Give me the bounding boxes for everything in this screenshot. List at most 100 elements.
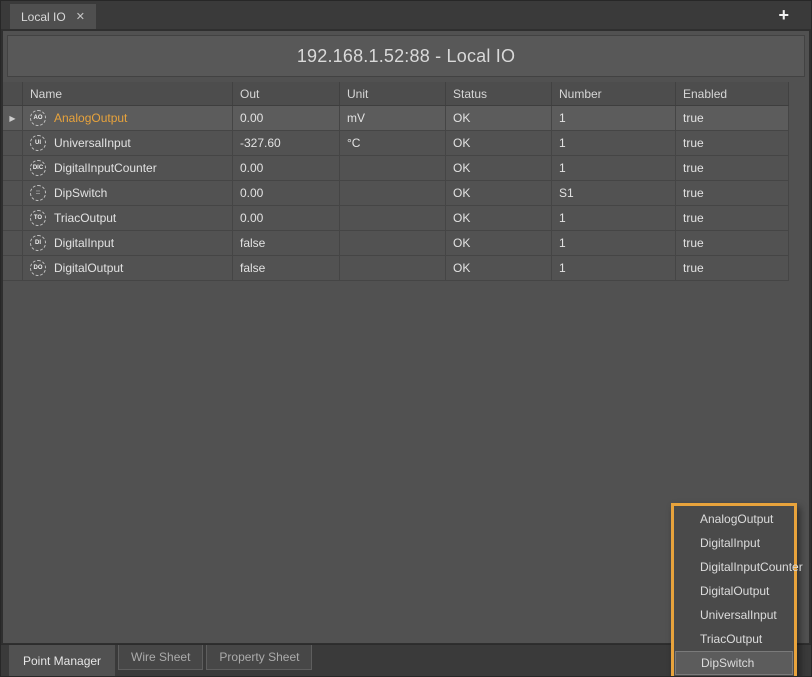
context-menu-item-dipswitch[interactable]: DipSwitch [675,651,793,675]
row-selector-cell[interactable] [3,256,23,281]
point-icon: DIC [30,160,46,176]
row-selector-icon: ▶ [9,114,15,123]
table-row[interactable]: DIC DigitalInputCounter 0.00 OK 1 true [3,156,789,181]
unit-cell[interactable] [340,156,446,181]
point-icon: DO [30,260,46,276]
out-cell[interactable]: false [233,256,340,281]
tab-label: Local IO [21,10,66,24]
out-cell[interactable]: -327.60 [233,131,340,156]
bottom-tab-wire-sheet[interactable]: Wire Sheet [118,645,203,670]
header-gutter-cell [3,82,23,105]
top-tab-bar: Local IO ✕ + [1,1,811,29]
table-row[interactable]: TO TriacOutput 0.00 OK 1 true [3,206,789,231]
row-selector-cell[interactable] [3,156,23,181]
status-cell[interactable]: OK [446,231,552,256]
point-name: AnalogOutput [54,111,127,125]
number-cell[interactable]: S1 [552,181,676,206]
point-type-context-menu: AnalogOutputDigitalInputDigitalInputCoun… [671,503,797,677]
unit-cell[interactable] [340,206,446,231]
out-cell[interactable]: 0.00 [233,181,340,206]
point-name: DigitalOutput [54,261,123,275]
unit-cell[interactable] [340,256,446,281]
out-cell[interactable]: 0.00 [233,156,340,181]
context-menu-item-triacoutput[interactable]: TriacOutput [674,627,794,651]
table-row[interactable]: DO DigitalOutput false OK 1 true [3,256,789,281]
context-menu-item-analogoutput[interactable]: AnalogOutput [674,507,794,531]
name-cell[interactable]: DO DigitalOutput [23,256,233,281]
bottom-tab-point-manager[interactable]: Point Manager [9,645,115,676]
unit-cell[interactable] [340,181,446,206]
status-cell[interactable]: OK [446,106,552,131]
point-name: DigitalInputCounter [54,161,157,175]
enabled-cell[interactable]: true [676,206,789,231]
point-icon: DI [30,235,46,251]
row-selector-cell[interactable] [3,206,23,231]
point-icon: TO [30,210,46,226]
number-cell[interactable]: 1 [552,131,676,156]
name-cell[interactable]: UI UniversalInput [23,131,233,156]
name-cell[interactable]: DIC DigitalInputCounter [23,156,233,181]
point-icon: :: [30,185,46,201]
context-menu-item-universalinput[interactable]: UniversalInput [674,603,794,627]
column-header-name[interactable]: Name [23,82,233,105]
status-cell[interactable]: OK [446,256,552,281]
out-cell[interactable]: false [233,231,340,256]
status-cell[interactable]: OK [446,206,552,231]
tab-local-io[interactable]: Local IO ✕ [10,4,96,29]
row-selector-cell[interactable] [3,231,23,256]
column-header-enabled[interactable]: Enabled [676,82,789,105]
enabled-cell[interactable]: true [676,106,789,131]
number-cell[interactable]: 1 [552,206,676,231]
enabled-cell[interactable]: true [676,181,789,206]
number-cell[interactable]: 1 [552,256,676,281]
content-panel: 192.168.1.52:88 - Local IO NameOutUnitSt… [1,29,811,644]
column-header-out[interactable]: Out [233,82,340,105]
close-icon[interactable]: ✕ [76,10,85,23]
out-cell[interactable]: 0.00 [233,206,340,231]
app-window: Local IO ✕ + 192.168.1.52:88 - Local IO … [0,0,812,677]
row-selector-cell[interactable] [3,131,23,156]
add-tab-button[interactable]: + [778,3,789,27]
name-cell[interactable]: TO TriacOutput [23,206,233,231]
table-row[interactable]: DI DigitalInput false OK 1 true [3,231,789,256]
table-row[interactable]: UI UniversalInput -327.60 °C OK 1 true [3,131,789,156]
status-cell[interactable]: OK [446,181,552,206]
row-selector-cell[interactable]: ▶ [3,106,23,131]
point-name: TriacOutput [54,211,116,225]
name-cell[interactable]: DI DigitalInput [23,231,233,256]
table-body: ▶ AO AnalogOutput 0.00 mV OK 1 true UI U… [3,106,789,281]
unit-cell[interactable] [340,231,446,256]
view-title-bar: 192.168.1.52:88 - Local IO [7,35,805,77]
unit-cell[interactable]: °C [340,131,446,156]
number-cell[interactable]: 1 [552,156,676,181]
context-menu-item-digitaloutput[interactable]: DigitalOutput [674,579,794,603]
table-row[interactable]: :: DipSwitch 0.00 OK S1 true [3,181,789,206]
table-row[interactable]: ▶ AO AnalogOutput 0.00 mV OK 1 true [3,106,789,131]
out-cell[interactable]: 0.00 [233,106,340,131]
status-cell[interactable]: OK [446,156,552,181]
enabled-cell[interactable]: true [676,231,789,256]
enabled-cell[interactable]: true [676,131,789,156]
name-cell[interactable]: AO AnalogOutput [23,106,233,131]
point-table: NameOutUnitStatusNumberEnabled ▶ AO Anal… [3,82,789,281]
column-header-status[interactable]: Status [446,82,552,105]
point-name: DipSwitch [54,186,107,200]
unit-cell[interactable]: mV [340,106,446,131]
name-cell[interactable]: :: DipSwitch [23,181,233,206]
point-name: DigitalInput [54,236,114,250]
point-icon: AO [30,110,46,126]
number-cell[interactable]: 1 [552,231,676,256]
enabled-cell[interactable]: true [676,256,789,281]
enabled-cell[interactable]: true [676,156,789,181]
bottom-tab-property-sheet[interactable]: Property Sheet [206,645,312,670]
column-header-unit[interactable]: Unit [340,82,446,105]
column-header-number[interactable]: Number [552,82,676,105]
context-menu-item-digitalinputcounter[interactable]: DigitalInputCounter [674,555,794,579]
row-selector-cell[interactable] [3,181,23,206]
context-menu-item-digitalinput[interactable]: DigitalInput [674,531,794,555]
point-name: UniversalInput [54,136,131,150]
point-icon: UI [30,135,46,151]
page-title: 192.168.1.52:88 - Local IO [297,46,515,67]
number-cell[interactable]: 1 [552,106,676,131]
status-cell[interactable]: OK [446,131,552,156]
